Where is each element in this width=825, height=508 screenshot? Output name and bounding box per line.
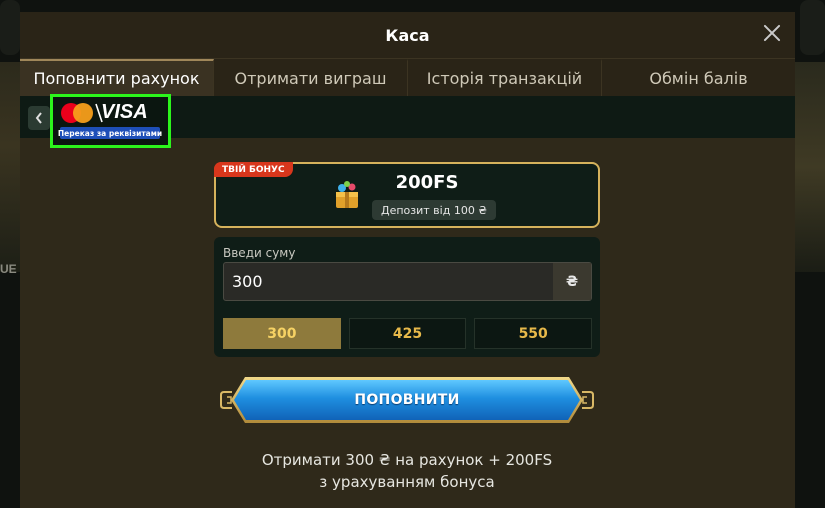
payment-method-caption: Переказ за реквізитами — [57, 127, 163, 139]
summary-line-1: Отримати 300 ₴ на рахунок + 200FS — [261, 451, 553, 469]
currency-button[interactable]: ₴ — [553, 263, 591, 300]
bonus-tag: ТВІЙ БОНУС — [214, 162, 293, 177]
preset-amount-button[interactable]: 300 — [223, 318, 341, 349]
gift-icon — [336, 181, 358, 208]
background-partial-text: UE — [0, 262, 17, 276]
tab-withdraw[interactable]: Отримати виграш — [214, 59, 408, 96]
bonus-amount: 200FS — [395, 172, 459, 193]
deposit-button[interactable]: ПОПОВНИТИ — [234, 380, 580, 420]
chevron-left-icon — [35, 112, 42, 124]
cashier-modal: Каса Поповнити рахунок Отримати виграш І… — [20, 12, 795, 508]
preset-amount-button[interactable]: 425 — [348, 318, 467, 349]
bonus-card[interactable]: ТВІЙ БОНУС 200FS Депозит від 100 ₴ — [214, 162, 600, 228]
tab-transaction-history[interactable]: Історія транзакцій — [408, 59, 602, 96]
amount-label: Введи суму — [223, 246, 296, 260]
amount-field: ₴ — [223, 262, 592, 301]
payment-method-card[interactable]: VISA Переказ за реквізитами — [50, 94, 171, 148]
summary-line-2: з урахуванням бонуса — [319, 473, 495, 491]
background-art-left — [0, 62, 22, 272]
amount-panel: Введи суму ₴ 300 425 550 — [214, 237, 600, 357]
background-art-right — [795, 62, 825, 272]
bonus-min-deposit: Депозит від 100 ₴ — [372, 200, 496, 220]
preset-amount-button[interactable]: 550 — [474, 318, 593, 349]
close-icon[interactable] — [759, 20, 785, 46]
deposit-button-wrap: ПОПОВНИТИ — [220, 378, 594, 422]
ornament-right-icon — [582, 391, 594, 409]
background-tile — [0, 0, 20, 55]
cashier-tabs: Поповнити рахунок Отримати виграш Історі… — [20, 58, 795, 96]
background-tile — [800, 0, 825, 55]
visa-logo: VISA — [101, 101, 148, 123]
mastercard-icon — [61, 103, 95, 123]
amount-presets: 300 425 550 — [223, 318, 593, 349]
back-button[interactable] — [28, 106, 50, 130]
modal-header: Каса — [20, 12, 795, 58]
tab-points-exchange[interactable]: Обмін балів — [602, 59, 795, 96]
amount-input[interactable] — [224, 263, 554, 300]
deposit-summary: Отримати 300 ₴ на рахунок + 200FS з урах… — [214, 449, 600, 493]
modal-title: Каса — [385, 25, 430, 45]
payment-method-bar: VISA Переказ за реквізитами — [20, 94, 795, 148]
deposit-button-label: ПОПОВНИТИ — [354, 392, 460, 408]
tab-deposit[interactable]: Поповнити рахунок — [20, 59, 214, 96]
